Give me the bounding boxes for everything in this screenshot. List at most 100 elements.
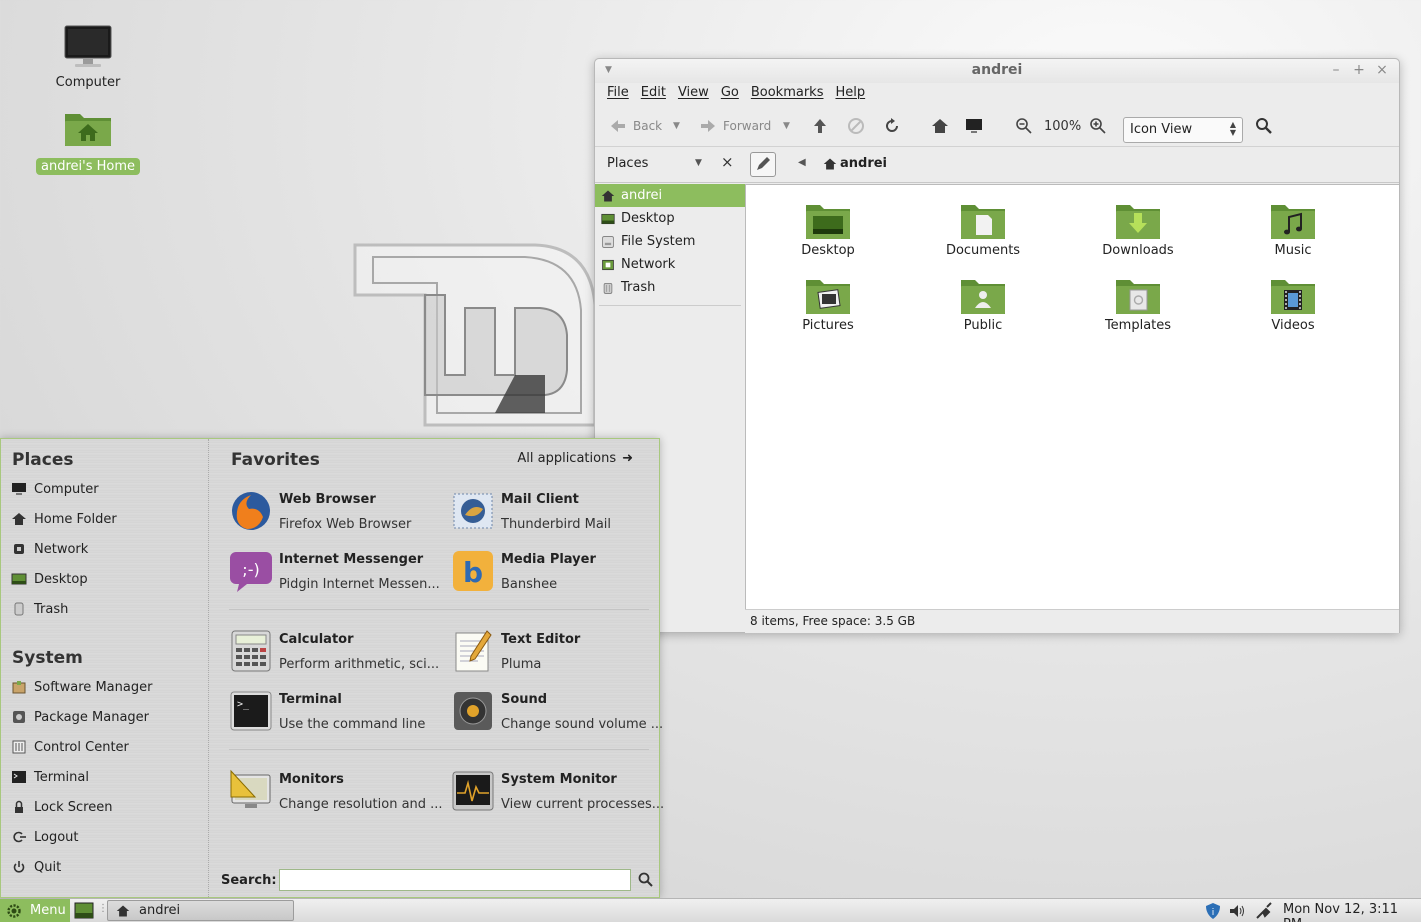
sidebar-type-dropdown[interactable]: ▼ <box>695 158 702 168</box>
toggle-location-button[interactable] <box>750 152 776 177</box>
taskbar-label: andrei <box>139 903 181 918</box>
menu-place-computer[interactable]: Computer <box>11 478 99 500</box>
mint-gear-icon <box>7 903 21 918</box>
menu-place-trash[interactable]: Trash <box>11 598 68 620</box>
menu-system-software-manager[interactable]: Software Manager <box>11 676 152 698</box>
search-button[interactable] <box>1255 114 1273 138</box>
menu-system-quit[interactable]: Quit <box>11 856 61 878</box>
firefox-icon <box>232 492 270 530</box>
folder-item[interactable]: Pictures <box>768 274 888 333</box>
menu-system-control-center[interactable]: Control Center <box>11 736 129 758</box>
favorite-terminal[interactable]: >_ Terminal Use the command line <box>229 687 444 737</box>
places-header: Places <box>607 156 649 171</box>
desktop-icon <box>11 573 27 585</box>
favorite-internet-messenger[interactable]: ;-) Internet Messenger Pidgin Internet M… <box>229 547 444 597</box>
reload-button[interactable] <box>883 114 901 138</box>
folder-label: Desktop <box>801 243 855 258</box>
sidebar-item-andrei[interactable]: andrei <box>595 184 745 207</box>
stop-button[interactable] <box>847 114 865 138</box>
close-icon[interactable]: × <box>1373 62 1391 78</box>
menu-help[interactable]: Help <box>829 83 871 105</box>
favorite-mail-client[interactable]: Mail Client Thunderbird Mail <box>451 487 666 537</box>
path-left-arrow-icon[interactable]: ◀ <box>798 157 806 168</box>
app-description: Change resolution and ... <box>279 797 443 812</box>
app-name: Mail Client <box>501 492 579 507</box>
folder-item[interactable]: Public <box>923 274 1043 333</box>
computer-button[interactable] <box>965 114 983 138</box>
menu-system-lock-screen[interactable]: Lock Screen <box>11 796 112 818</box>
toolbar: Back ▼ Forward ▼ 100% Icon View ▲ ▼ <box>595 105 1399 147</box>
favorite-media-player[interactable]: b Media Player Banshee <box>451 547 666 597</box>
search-icon[interactable] <box>637 871 655 889</box>
menu-file[interactable]: File <box>601 83 635 105</box>
computer-icon <box>966 119 982 133</box>
terminal-icon: >_ <box>230 691 272 731</box>
app-name: Sound <box>501 692 548 707</box>
favorite-web-browser[interactable]: Web Browser Firefox Web Browser <box>229 487 444 537</box>
desktop-icon-home[interactable]: andrei's Home <box>33 108 143 175</box>
menu-bookmarks[interactable]: Bookmarks <box>745 83 830 105</box>
menu-place-network[interactable]: Network <box>11 538 88 560</box>
view-mode-select[interactable]: Icon View ▲ ▼ <box>1123 117 1243 143</box>
forward-button[interactable]: Forward <box>699 114 771 138</box>
minimize-icon[interactable]: – <box>1327 62 1345 78</box>
menu-place-home-folder[interactable]: Home Folder <box>11 508 117 530</box>
network-connection-icon[interactable] <box>1255 902 1273 920</box>
all-applications-button[interactable]: All applications ➜ <box>517 451 633 466</box>
folder-label: Pictures <box>802 318 854 333</box>
menu-edit[interactable]: Edit <box>635 83 672 105</box>
software-manager-icon <box>12 681 26 694</box>
menu-item-label: Desktop <box>34 571 88 587</box>
folder-item[interactable]: Desktop <box>768 199 888 258</box>
favorite-system-monitor[interactable]: System Monitor View current processes... <box>451 767 666 817</box>
taskbar-window-andrei[interactable]: andrei <box>107 900 294 921</box>
menu-go[interactable]: Go <box>715 83 745 105</box>
menu-view[interactable]: View <box>672 83 715 105</box>
favorite-monitors[interactable]: Monitors Change resolution and ... <box>229 767 444 817</box>
back-history-dropdown[interactable]: ▼ <box>673 114 680 138</box>
folder-item[interactable]: Documents <box>923 199 1043 258</box>
folder-item[interactable]: Templates <box>1078 274 1198 333</box>
menu-system-logout[interactable]: Logout <box>11 826 79 848</box>
sidebar-item-desktop[interactable]: Desktop <box>595 207 745 230</box>
sidebar-item-trash[interactable]: Trash <box>595 276 745 299</box>
volume-icon[interactable] <box>1228 902 1246 920</box>
trash-icon <box>14 602 24 616</box>
show-desktop-icon[interactable] <box>74 901 94 920</box>
menu-system-terminal[interactable]: Terminal <box>11 766 89 788</box>
menu-place-desktop[interactable]: Desktop <box>11 568 88 590</box>
zoom-out-button[interactable] <box>1015 114 1033 138</box>
maximize-icon[interactable]: + <box>1350 62 1368 78</box>
sidebar-item-network[interactable]: Network <box>595 253 745 276</box>
app-name: Terminal <box>279 692 342 707</box>
window-titlebar[interactable]: ▼ andrei – + × <box>595 59 1399 83</box>
clock[interactable]: Mon Nov 12, 3:11 PM <box>1283 902 1421 922</box>
file-view: Desktop Documents Downloads Music Pictur… <box>745 184 1399 609</box>
menu-item-label: Home Folder <box>34 511 117 527</box>
home-icon <box>823 158 837 169</box>
menu-search-input[interactable] <box>279 869 631 891</box>
forward-history-dropdown[interactable]: ▼ <box>783 114 790 138</box>
zoom-in-button[interactable] <box>1089 114 1107 138</box>
thunderbird-icon <box>453 493 493 529</box>
desktop-icon-computer[interactable]: Computer <box>33 24 143 91</box>
folder-item[interactable]: Downloads <box>1078 199 1198 258</box>
favorites-divider <box>229 609 649 610</box>
up-button[interactable] <box>811 114 829 138</box>
back-button[interactable]: Back <box>609 114 662 138</box>
favorite-text-editor[interactable]: Text Editor Pluma <box>451 627 666 677</box>
close-sidebar-icon[interactable]: × <box>721 153 734 171</box>
update-shield-icon[interactable]: i <box>1204 902 1222 920</box>
menu-system-package-manager[interactable]: Package Manager <box>11 706 149 728</box>
folder-item[interactable]: Videos <box>1233 274 1353 333</box>
path-crumb-andrei[interactable]: andrei <box>823 156 887 171</box>
favorite-calculator[interactable]: Calculator Perform arithmetic, sci... <box>229 627 444 677</box>
folder-item[interactable]: Music <box>1233 199 1353 258</box>
sidebar-item-file-system[interactable]: File System <box>595 230 745 253</box>
videos-folder-icon <box>1271 280 1315 314</box>
menu-item-label: Network <box>34 541 89 557</box>
menu-button[interactable]: Menu <box>0 899 70 922</box>
favorite-sound[interactable]: Sound Change sound volume ... <box>451 687 666 737</box>
home-button[interactable] <box>931 114 949 138</box>
svg-text:i: i <box>1212 908 1215 918</box>
